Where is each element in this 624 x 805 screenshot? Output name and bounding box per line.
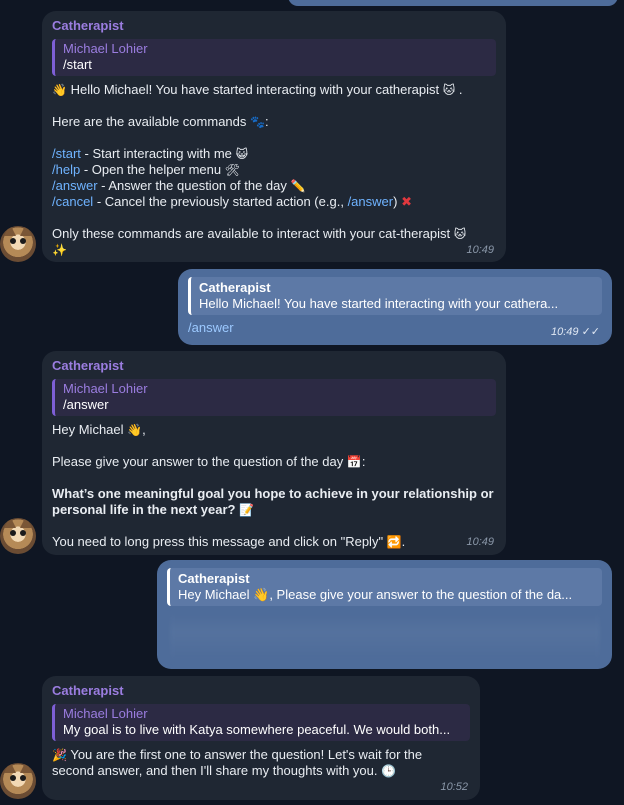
answer-command-link[interactable]: /answer bbox=[188, 320, 234, 335]
reply-quote[interactable]: Michael Lohier /answer bbox=[52, 379, 496, 416]
paw-prints-icon: 🐾 bbox=[250, 115, 265, 129]
command-answer-link[interactable]: /answer bbox=[52, 178, 98, 193]
command-start-desc: - Start interacting with me bbox=[80, 146, 232, 161]
cat-face-icon: 🐱 bbox=[453, 227, 467, 241]
reply-author: Catherapist bbox=[199, 280, 271, 295]
wait-text: second answer, and then I'll share my th… bbox=[52, 763, 378, 778]
bot-message-first-answer[interactable]: Catherapist Michael Lohier My goal is to… bbox=[42, 676, 480, 800]
smiling-cat-icon: 😺 bbox=[235, 147, 249, 161]
command-cancel-close: ) bbox=[393, 194, 398, 209]
calendar-icon: 📅 bbox=[346, 455, 362, 469]
first-answer-text: You are the first one to answer the ques… bbox=[70, 747, 423, 762]
closing-text: Only these commands are available to int… bbox=[52, 226, 451, 241]
sender-name[interactable]: Catherapist bbox=[52, 358, 496, 373]
greeting-text: Hey Michael bbox=[52, 422, 124, 437]
sparkles-icon: ✨ bbox=[52, 243, 67, 257]
question-line-1: What’s one meaningful goal you hope to a… bbox=[52, 486, 494, 501]
waving-hand-icon: 👋 bbox=[52, 83, 67, 97]
reply-author: Catherapist bbox=[178, 571, 250, 586]
bot-message-question[interactable]: Catherapist Michael Lohier /answer Hey M… bbox=[42, 351, 506, 555]
read-checkmarks-icon: ✓✓ bbox=[581, 326, 600, 338]
question-intro: Please give your answer to the question … bbox=[52, 454, 344, 469]
reply-quote[interactable]: Catherapist Hey Michael 👋, Please give y… bbox=[167, 568, 602, 606]
clock-icon: 🕒 bbox=[381, 764, 397, 778]
reply-quote[interactable]: Michael Lohier My goal is to live with K… bbox=[52, 704, 470, 741]
sender-name[interactable]: Catherapist bbox=[52, 18, 496, 33]
reply-author: Michael Lohier bbox=[63, 41, 148, 56]
reply-text: Hey Michael 👋, Please give your answer t… bbox=[178, 587, 573, 602]
reply-quote[interactable]: Catherapist Hello Michael! You have star… bbox=[188, 277, 602, 315]
greeting-text: Hello Michael! You have started interact… bbox=[70, 82, 440, 97]
repeat-icon: 🔁 bbox=[386, 535, 402, 549]
command-answer-desc: - Answer the question of the day bbox=[97, 178, 287, 193]
reply-author: Michael Lohier bbox=[63, 706, 148, 721]
message-time: 10:52 bbox=[440, 781, 468, 793]
memo-icon: 📝 bbox=[239, 503, 255, 517]
reply-author: Michael Lohier bbox=[63, 381, 148, 396]
user-message-answer[interactable]: Catherapist Hello Michael! You have star… bbox=[178, 269, 612, 345]
bot-avatar[interactable] bbox=[0, 226, 36, 262]
message-time: 10:49 bbox=[466, 244, 494, 256]
cross-mark-icon: ✖ bbox=[401, 194, 412, 209]
instruction-text: You need to long press this message and … bbox=[52, 534, 384, 549]
reply-text: /answer bbox=[63, 397, 109, 412]
bot-avatar[interactable] bbox=[0, 763, 36, 799]
tools-icon: 🛠 bbox=[224, 163, 240, 177]
message-time-value: 10:49 bbox=[550, 326, 579, 338]
commands-intro: Here are the available commands bbox=[52, 114, 247, 129]
bot-avatar[interactable] bbox=[0, 518, 36, 554]
waving-hand-icon: 👋 bbox=[127, 423, 143, 437]
bot-message-start[interactable]: Catherapist Michael Lohier /start 👋 Hell… bbox=[42, 11, 506, 262]
command-answer-inline-link[interactable]: /answer bbox=[348, 194, 394, 209]
question-line-2: personal life in the next year? bbox=[52, 502, 236, 517]
command-cancel-link[interactable]: /cancel bbox=[52, 194, 93, 209]
command-start-link[interactable]: /start bbox=[52, 146, 81, 161]
sender-name[interactable]: Catherapist bbox=[52, 683, 470, 698]
command-help-desc: - Open the helper menu bbox=[80, 162, 222, 177]
pencil-icon: ✏️ bbox=[290, 179, 306, 193]
blurred-message-content bbox=[170, 612, 600, 662]
clipped-outgoing-bubble bbox=[288, 0, 618, 6]
reply-text: /start bbox=[63, 57, 92, 72]
command-cancel-desc: - Cancel the previously started action (… bbox=[93, 194, 348, 209]
reply-text: Hello Michael! You have started interact… bbox=[199, 296, 559, 311]
command-help-link[interactable]: /help bbox=[52, 162, 80, 177]
message-time: 10:49 bbox=[466, 536, 494, 548]
reply-text: My goal is to live with Katya somewhere … bbox=[63, 722, 451, 737]
party-popper-icon: 🎉 bbox=[52, 748, 67, 762]
message-time: 10:49 ✓✓ bbox=[551, 325, 600, 338]
cat-face-icon: 🐱 bbox=[442, 83, 456, 97]
reply-quote[interactable]: Michael Lohier /start bbox=[52, 39, 496, 76]
